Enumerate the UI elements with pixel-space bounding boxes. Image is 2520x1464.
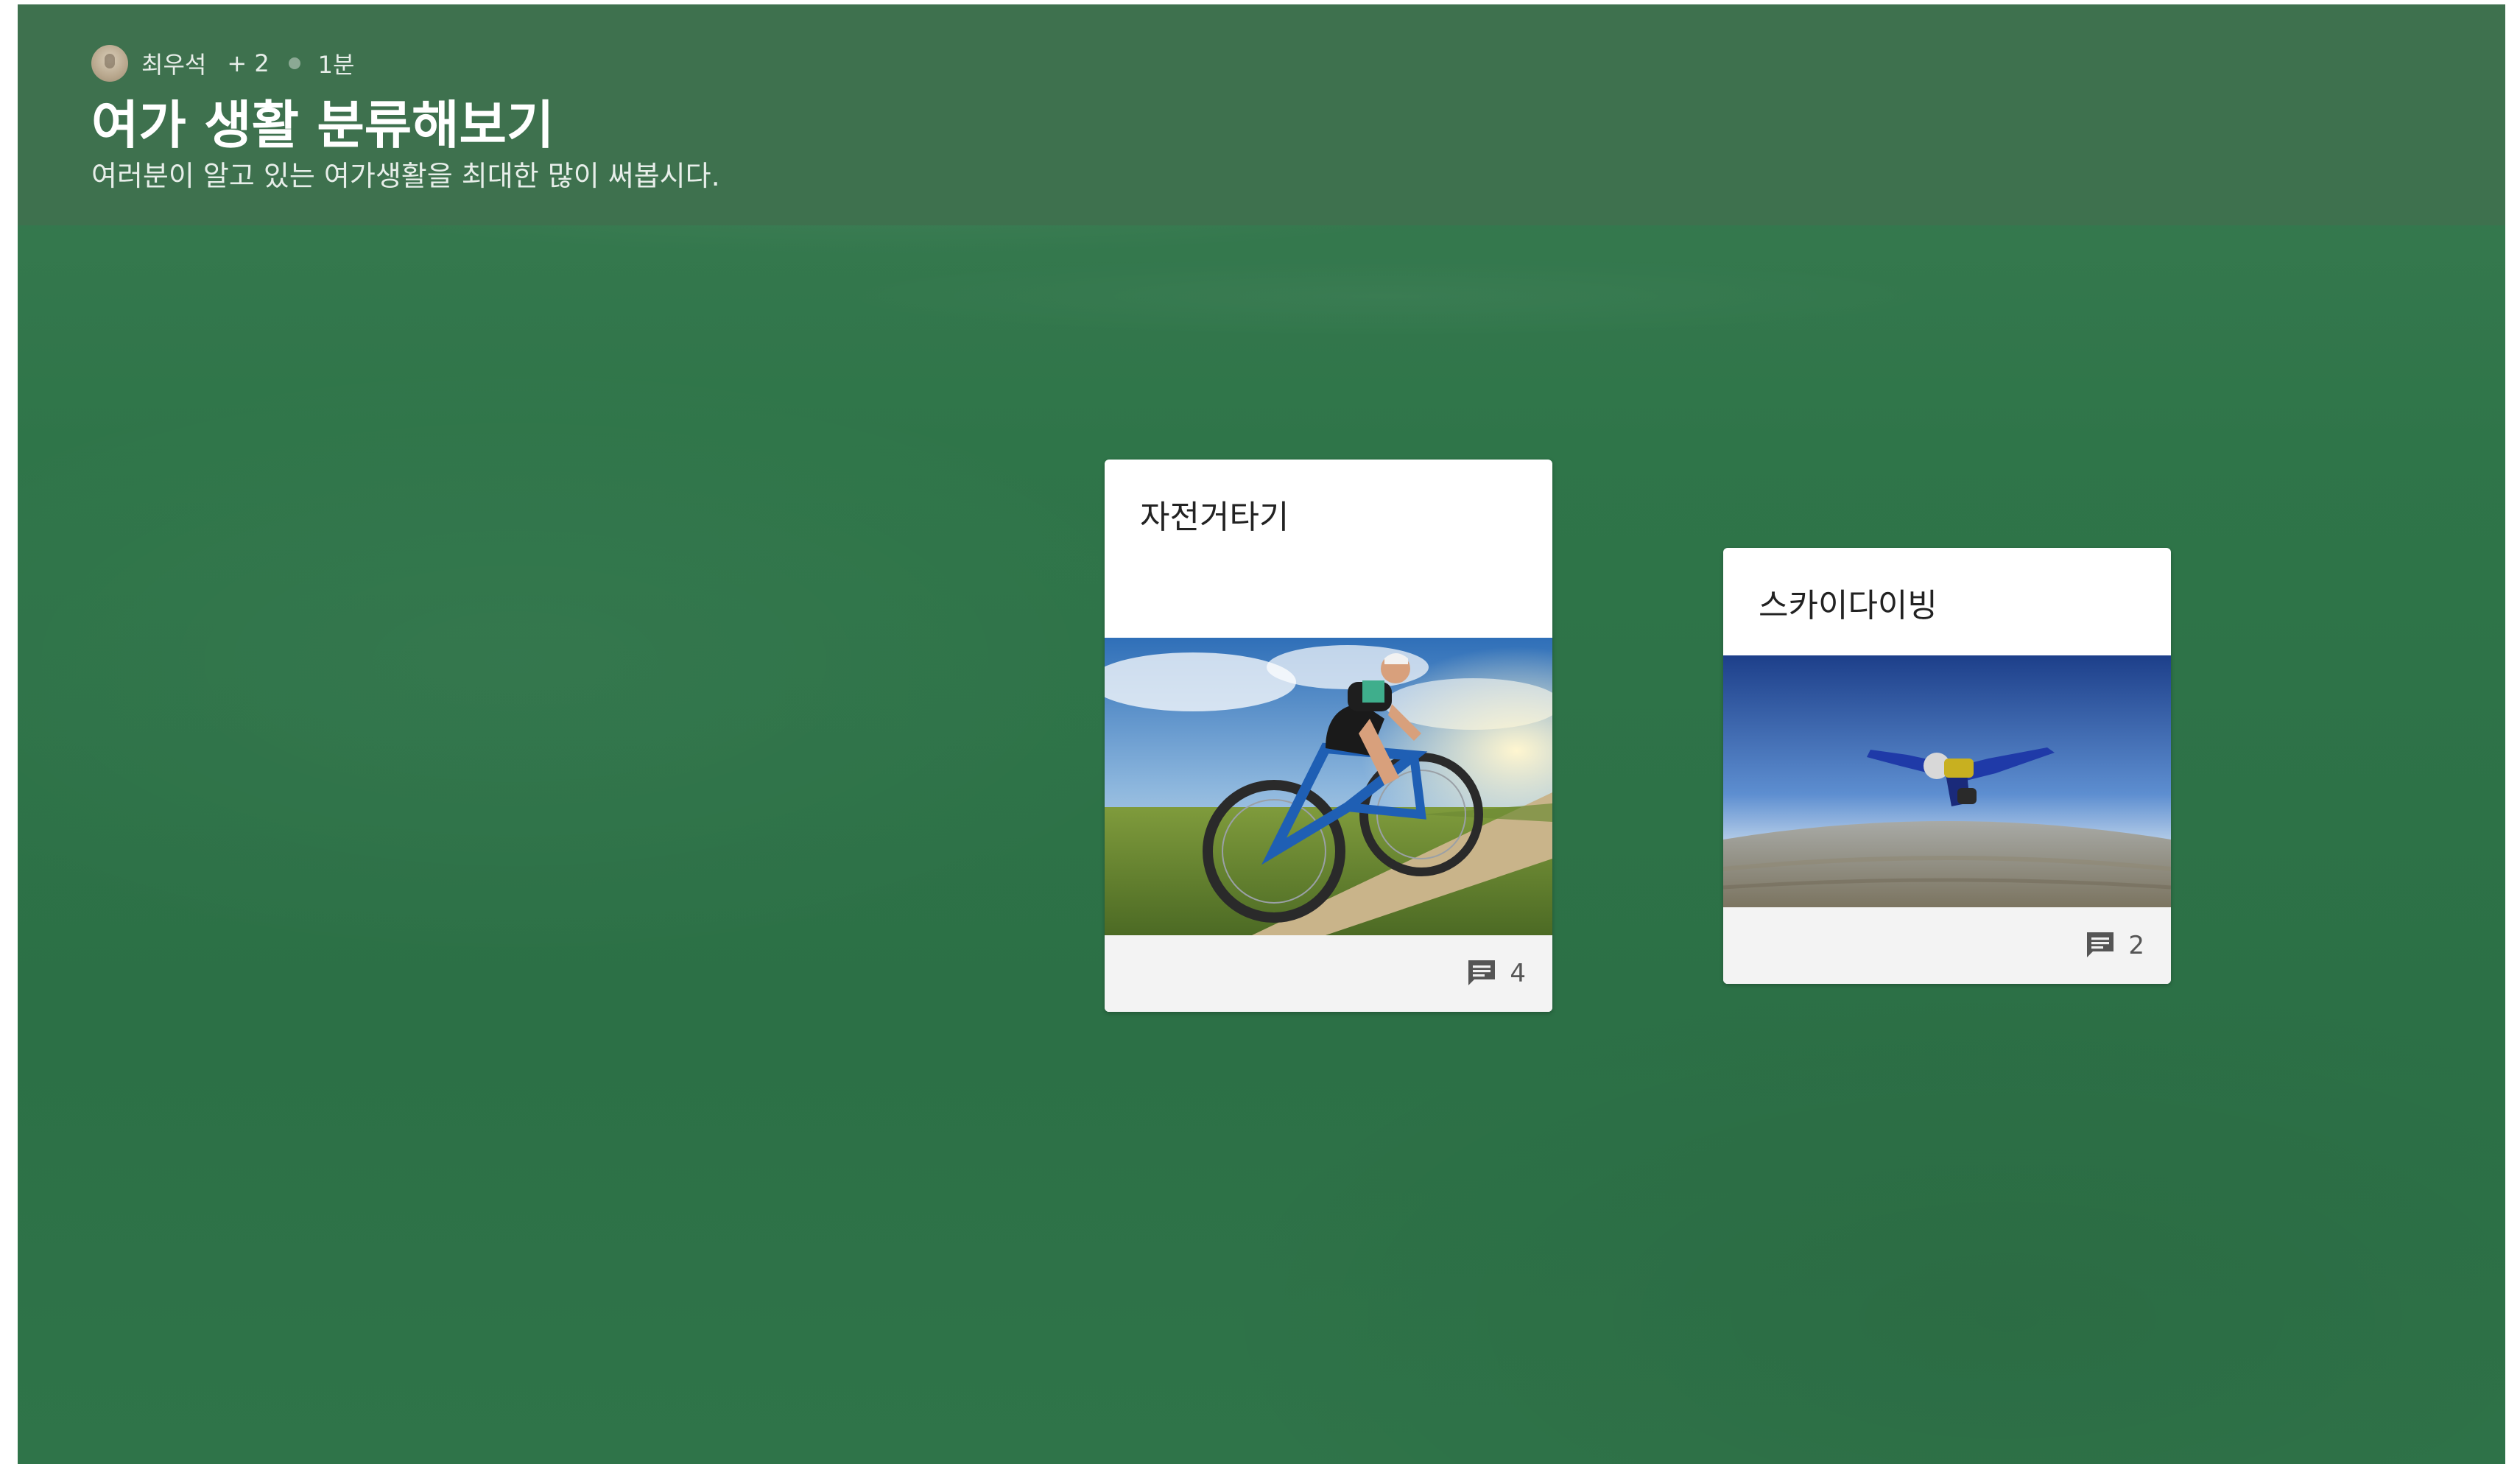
- skydiving-image: [1723, 655, 2171, 907]
- cycling-photo[interactable]: [1105, 638, 1552, 935]
- post-card-cycling[interactable]: 자전거타기 4: [1105, 460, 1552, 1012]
- board-title: 여가 생활 분류해보기: [91, 95, 555, 155]
- post-footer: 2: [1723, 907, 2171, 984]
- post-title: 스카이다이빙: [1759, 587, 1937, 624]
- comment-icon: [2087, 932, 2114, 957]
- post-card-skydiving[interactable]: 스카이다이빙 2: [1723, 548, 2171, 984]
- comment-icon: [1468, 960, 1496, 985]
- comment-count: 4: [1510, 959, 1526, 988]
- board-meta: 최우석 + 2 1분: [91, 43, 354, 84]
- padlet-board: 최우석 + 2 1분 여가 생활 분류해보기 여러분이 알고 있는 여가생활을 …: [18, 4, 2505, 1464]
- post-title: 자전거타기: [1140, 499, 1289, 536]
- updated-time: 1분: [317, 51, 355, 79]
- comment-button[interactable]: 4: [1464, 956, 1526, 991]
- author-avatar[interactable]: [91, 45, 128, 82]
- author-name[interactable]: 최우석: [141, 46, 206, 80]
- separator-dot: [288, 57, 300, 69]
- board-header: 최우석 + 2 1분 여가 생활 분류해보기 여러분이 알고 있는 여가생활을 …: [18, 4, 2505, 225]
- cycling-image: [1105, 638, 1552, 935]
- post-footer: 4: [1105, 935, 1552, 1012]
- skydiving-photo[interactable]: [1723, 655, 2171, 907]
- collaborator-count[interactable]: + 2: [227, 49, 269, 77]
- comment-button[interactable]: 2: [2083, 928, 2144, 963]
- board-description: 여러분이 알고 있는 여가생활을 최대한 많이 써봅시다.: [91, 160, 720, 192]
- comment-count: 2: [2128, 931, 2144, 960]
